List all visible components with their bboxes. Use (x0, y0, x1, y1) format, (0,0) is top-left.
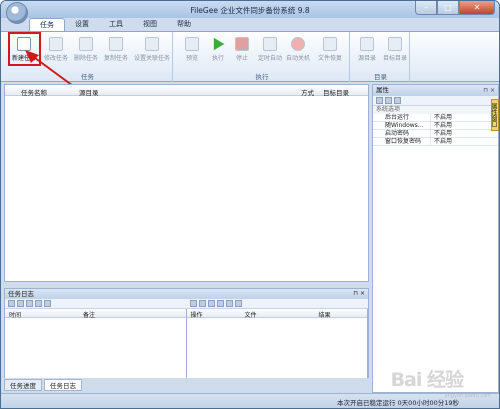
col-file[interactable]: 文件 (245, 310, 257, 319)
log-right-pane[interactable]: 操作 文件 结果 (186, 309, 368, 378)
auto-shutdown-button[interactable]: 自动关机 (283, 34, 313, 62)
tab-task-progress[interactable]: 任务进度 (4, 379, 42, 391)
log-tool-icon[interactable] (189, 300, 197, 307)
source-dir-button[interactable]: 源目录 (352, 34, 382, 62)
ribbon-group-dir: 源目录 目标目录 目录 (352, 32, 410, 82)
menu-tools[interactable]: 工具 (99, 18, 133, 31)
menu-bar: 任务 设置 工具 视图 帮助 (29, 18, 201, 31)
alphabetical-icon[interactable] (385, 97, 392, 104)
property-row[interactable]: 后台运行 不启用 (373, 114, 498, 122)
status-bar: 本次开启已稳定运行 0天00小时00分19秒 (1, 393, 499, 408)
splitter[interactable] (4, 283, 369, 287)
col-mode[interactable]: 方式 (301, 87, 314, 97)
bottom-tabs: 任务进度 任务日志 (4, 379, 82, 391)
col-target-dir[interactable]: 目标目录 (323, 87, 349, 97)
task-list-header: 任务名称 源目录 方式 目标目录 (5, 85, 368, 97)
properties-toolbar (373, 96, 498, 106)
properties-header: 属性 ⊓ × (373, 85, 498, 96)
group-label-dir: 目录 (374, 73, 387, 81)
properties-side-tab[interactable]: 属性窗口 (490, 99, 499, 131)
task-list[interactable]: 任务名称 源目录 方式 目标目录 (4, 84, 369, 282)
property-pages-icon[interactable] (394, 97, 401, 104)
restore-icon (323, 37, 337, 51)
menu-settings[interactable]: 设置 (65, 18, 99, 31)
close-button[interactable]: ✕ (459, 1, 495, 15)
property-row[interactable]: 窗口恢复密码 不启用 (373, 138, 498, 146)
col-time[interactable]: 时间 (9, 310, 21, 319)
col-task-name[interactable]: 任务名称 (21, 87, 47, 97)
menu-help[interactable]: 帮助 (167, 18, 201, 31)
copy-icon (109, 37, 123, 51)
restore-button[interactable]: 文件恢复 (315, 34, 345, 62)
clock-icon (263, 37, 277, 51)
log-tool-icon[interactable] (207, 300, 215, 307)
log-tool-icon[interactable] (225, 300, 233, 307)
property-category[interactable]: 系统选项 (373, 106, 498, 114)
minimize-button[interactable]: – (415, 1, 437, 15)
properties-panel: 属性 ⊓ × 系统选项 后台运行 不启用 随Windows... 不启用 启动密码 不启… (372, 84, 499, 393)
folder-icon (360, 37, 374, 51)
property-row[interactable]: 随Windows... 不启用 (373, 122, 498, 130)
property-row[interactable]: 启动密码 不启用 (373, 130, 498, 138)
folder-icon[interactable] (198, 300, 206, 307)
col-note[interactable]: 备注 (83, 310, 95, 319)
folder-target-icon (388, 37, 402, 51)
log-header: 任务日志 ⊓ × (5, 289, 368, 299)
log-tool-icon[interactable] (17, 300, 24, 307)
col-operation[interactable]: 操作 (191, 310, 203, 319)
title-bar: FileGee 企业文件同步备份系统 9.8 – □ ✕ (1, 1, 499, 24)
log-left-pane[interactable]: 时间 备注 (5, 309, 187, 378)
timer-button[interactable]: 定时自动 (255, 34, 285, 62)
watermark: Bai 经验 (390, 369, 464, 391)
log-toolbar (5, 299, 368, 309)
maximize-button[interactable]: □ (437, 1, 459, 15)
status-text: 本次开启已稳定运行 0天00小时00分19秒 (336, 399, 459, 407)
app-window: FileGee 企业文件同步备份系统 9.8 – □ ✕ 任务 设置 工具 视图… (0, 0, 500, 409)
target-dir-button[interactable]: 目标目录 (380, 34, 410, 62)
log-tool-icon[interactable] (234, 300, 242, 307)
log-tool-icon[interactable] (26, 300, 33, 307)
play-icon (213, 37, 225, 51)
pin-icon[interactable]: ⊓ × (483, 85, 495, 96)
watermark-url: jingyan.baidu.com (444, 393, 491, 399)
log-tool-icon[interactable] (44, 300, 51, 307)
col-source-dir[interactable]: 源目录 (79, 87, 99, 97)
link-icon (145, 37, 159, 51)
tab-task-log[interactable]: 任务日志 (44, 379, 82, 391)
log-tool-icon[interactable] (35, 300, 42, 307)
pin-icon[interactable]: ⊓ × (353, 289, 365, 299)
ribbon-group-run: 预览 执行 停止 定时自动 自动关机 文件恢复 执行 (175, 32, 350, 82)
stop-button[interactable]: 停止 (227, 34, 257, 62)
copy-task-button[interactable]: 复制任务 (101, 34, 131, 62)
link-task-button[interactable]: 设置关联任务 (133, 34, 171, 62)
log-panel: 任务日志 ⊓ × 时间 备注 操作 文件 结果 (4, 288, 369, 378)
menu-view[interactable]: 视图 (133, 18, 167, 31)
col-result[interactable]: 结果 (319, 310, 331, 319)
menu-task[interactable]: 任务 (29, 18, 65, 31)
preview-icon (185, 37, 199, 51)
categorized-icon[interactable] (376, 97, 383, 104)
group-label-run: 执行 (255, 73, 269, 81)
log-tool-icon[interactable] (216, 300, 224, 307)
log-tool-icon[interactable] (8, 300, 15, 307)
stop-icon (235, 37, 249, 51)
power-icon (291, 37, 305, 51)
